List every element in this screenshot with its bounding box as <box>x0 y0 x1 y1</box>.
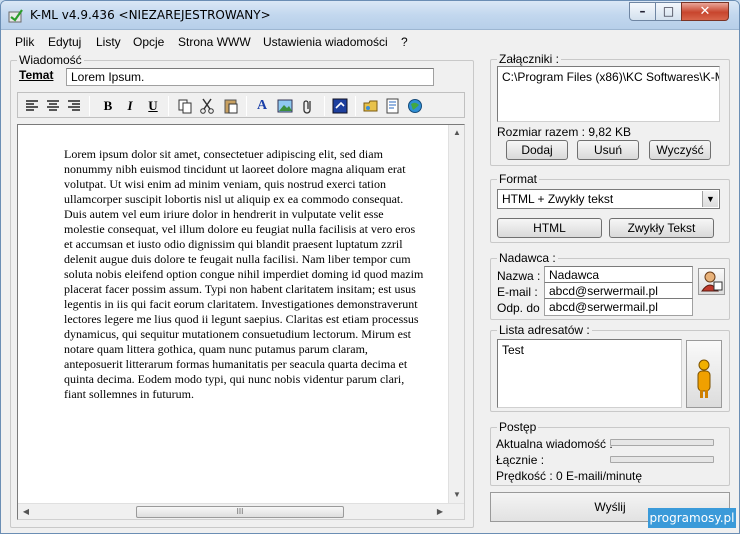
watermark: programosy.pl <box>648 508 736 528</box>
speed-label: Prędkość : 0 E-maili/minutę <box>496 469 643 483</box>
sender-contacts-button[interactable] <box>698 268 725 295</box>
menu-help[interactable]: ? <box>401 35 408 49</box>
align-right-icon[interactable] <box>65 97 83 115</box>
format-select[interactable]: HTML + Zwykły tekst ▼ <box>497 189 720 209</box>
current-message-label: Aktualna wiadomość : <box>496 437 613 451</box>
scroll-right-icon[interactable]: ▶ <box>432 504 448 520</box>
format-selected-value: HTML + Zwykły tekst <box>502 192 614 206</box>
italic-icon[interactable]: I <box>121 97 139 115</box>
editor-vertical-scrollbar[interactable]: ▲ ▼ <box>448 125 464 503</box>
minimize-button[interactable]: – <box>629 2 656 21</box>
reply-to-label: Odp. do : <box>497 301 547 315</box>
recipients-list[interactable]: Test <box>497 339 682 408</box>
subject-label: Temat <box>19 68 54 82</box>
menu-bar: Plik Edytuj Listy Opcje Strona WWW Ustaw… <box>1 31 739 52</box>
clear-attachments-button[interactable]: Wyczyść <box>649 140 711 160</box>
menu-opcje[interactable]: Opcje <box>133 35 164 49</box>
toolbar-separator <box>89 96 90 116</box>
recipient-item[interactable]: Test <box>502 343 677 357</box>
menu-strona-www[interactable]: Strona WWW <box>178 35 251 49</box>
sender-name-label: Nazwa : <box>497 269 541 283</box>
editor-horizontal-scrollbar[interactable]: ◀ III ▶ <box>18 503 464 519</box>
font-color-icon[interactable]: A <box>253 97 271 115</box>
chevron-down-icon[interactable]: ▼ <box>702 191 718 207</box>
align-left-icon[interactable] <box>23 97 41 115</box>
menu-edytuj[interactable]: Edytuj <box>48 35 81 49</box>
html-source-icon[interactable] <box>331 97 349 115</box>
html-format-button[interactable]: HTML <box>497 218 602 238</box>
insert-image-icon[interactable] <box>276 97 294 115</box>
total-progress-label: Łącznie : <box>496 453 545 467</box>
maximize-icon: □ <box>662 4 675 18</box>
subject-input[interactable]: Lorem Ipsum. <box>66 68 434 86</box>
align-center-icon[interactable] <box>44 97 62 115</box>
toolbar-separator <box>168 96 169 116</box>
paste-icon[interactable] <box>222 97 240 115</box>
app-icon <box>8 9 23 23</box>
recipients-manage-button[interactable] <box>686 340 722 408</box>
sender-email-label: E-mail : <box>497 285 538 299</box>
toolbar-separator <box>355 96 356 116</box>
minimize-icon: – <box>639 4 646 18</box>
attach-icon[interactable] <box>299 97 317 115</box>
message-editor[interactable]: Lorem ipsum dolor sit amet, consectetuer… <box>17 124 465 520</box>
maximize-button[interactable]: □ <box>655 2 682 21</box>
format-group-label: Format <box>497 172 540 186</box>
toolbar-separator <box>246 96 247 116</box>
bold-icon[interactable]: B <box>99 97 117 115</box>
menu-plik[interactable]: Plik <box>15 35 34 49</box>
remove-attachment-button[interactable]: Usuń <box>577 140 639 160</box>
recipients-group-label: Lista adresatów : <box>497 323 592 337</box>
close-button[interactable]: ✕ <box>681 2 729 21</box>
plain-text-format-button[interactable]: Zwykły Tekst <box>609 218 714 238</box>
cut-icon[interactable] <box>198 97 216 115</box>
current-message-progress <box>610 439 714 446</box>
add-attachment-button[interactable]: Dodaj <box>506 140 568 160</box>
window-title: K-ML v4.9.436 <NIEZAREJESTROWANY> <box>30 8 271 22</box>
attachments-list[interactable]: C:\Program Files (x86)\KC Softwares\K-ML… <box>497 66 720 122</box>
attachment-item[interactable]: C:\Program Files (x86)\KC Softwares\K-ML… <box>502 70 719 84</box>
save-file-icon[interactable] <box>384 97 402 115</box>
progress-group-label: Postęp <box>497 420 539 434</box>
close-icon: ✕ <box>699 4 711 19</box>
contact-card-icon <box>701 271 723 292</box>
user-icon <box>697 359 711 398</box>
scroll-thumb[interactable]: III <box>136 506 344 518</box>
attachments-group-label: Załączniki : <box>497 52 562 66</box>
message-body: Lorem ipsum dolor sit amet, consectetuer… <box>64 147 424 401</box>
web-icon[interactable] <box>406 97 424 115</box>
sender-group-label: Nadawca : <box>497 251 558 265</box>
format-toolbar: B I U A <box>17 92 465 118</box>
toolbar-separator <box>324 96 325 116</box>
title-bar[interactable]: K-ML v4.9.436 <NIEZAREJESTROWANY> – □ ✕ <box>1 1 739 30</box>
menu-ustawienia[interactable]: Ustawienia wiadomości <box>263 35 388 49</box>
menu-listy[interactable]: Listy <box>96 35 121 49</box>
attachments-total-size: Rozmiar razem : 9,82 KB <box>497 125 632 139</box>
message-group-label: Wiadomość <box>17 53 84 67</box>
scroll-down-icon[interactable]: ▼ <box>449 487 465 503</box>
reply-to-input[interactable]: abcd@serwermail.pl <box>544 298 693 316</box>
underline-icon[interactable]: U <box>144 97 162 115</box>
open-file-icon[interactable] <box>362 97 380 115</box>
total-progress <box>610 456 714 463</box>
scroll-up-icon[interactable]: ▲ <box>449 125 465 141</box>
main-window: K-ML v4.9.436 <NIEZAREJESTROWANY> – □ ✕ … <box>0 0 740 534</box>
copy-icon[interactable] <box>176 97 194 115</box>
scroll-left-icon[interactable]: ◀ <box>18 504 34 520</box>
